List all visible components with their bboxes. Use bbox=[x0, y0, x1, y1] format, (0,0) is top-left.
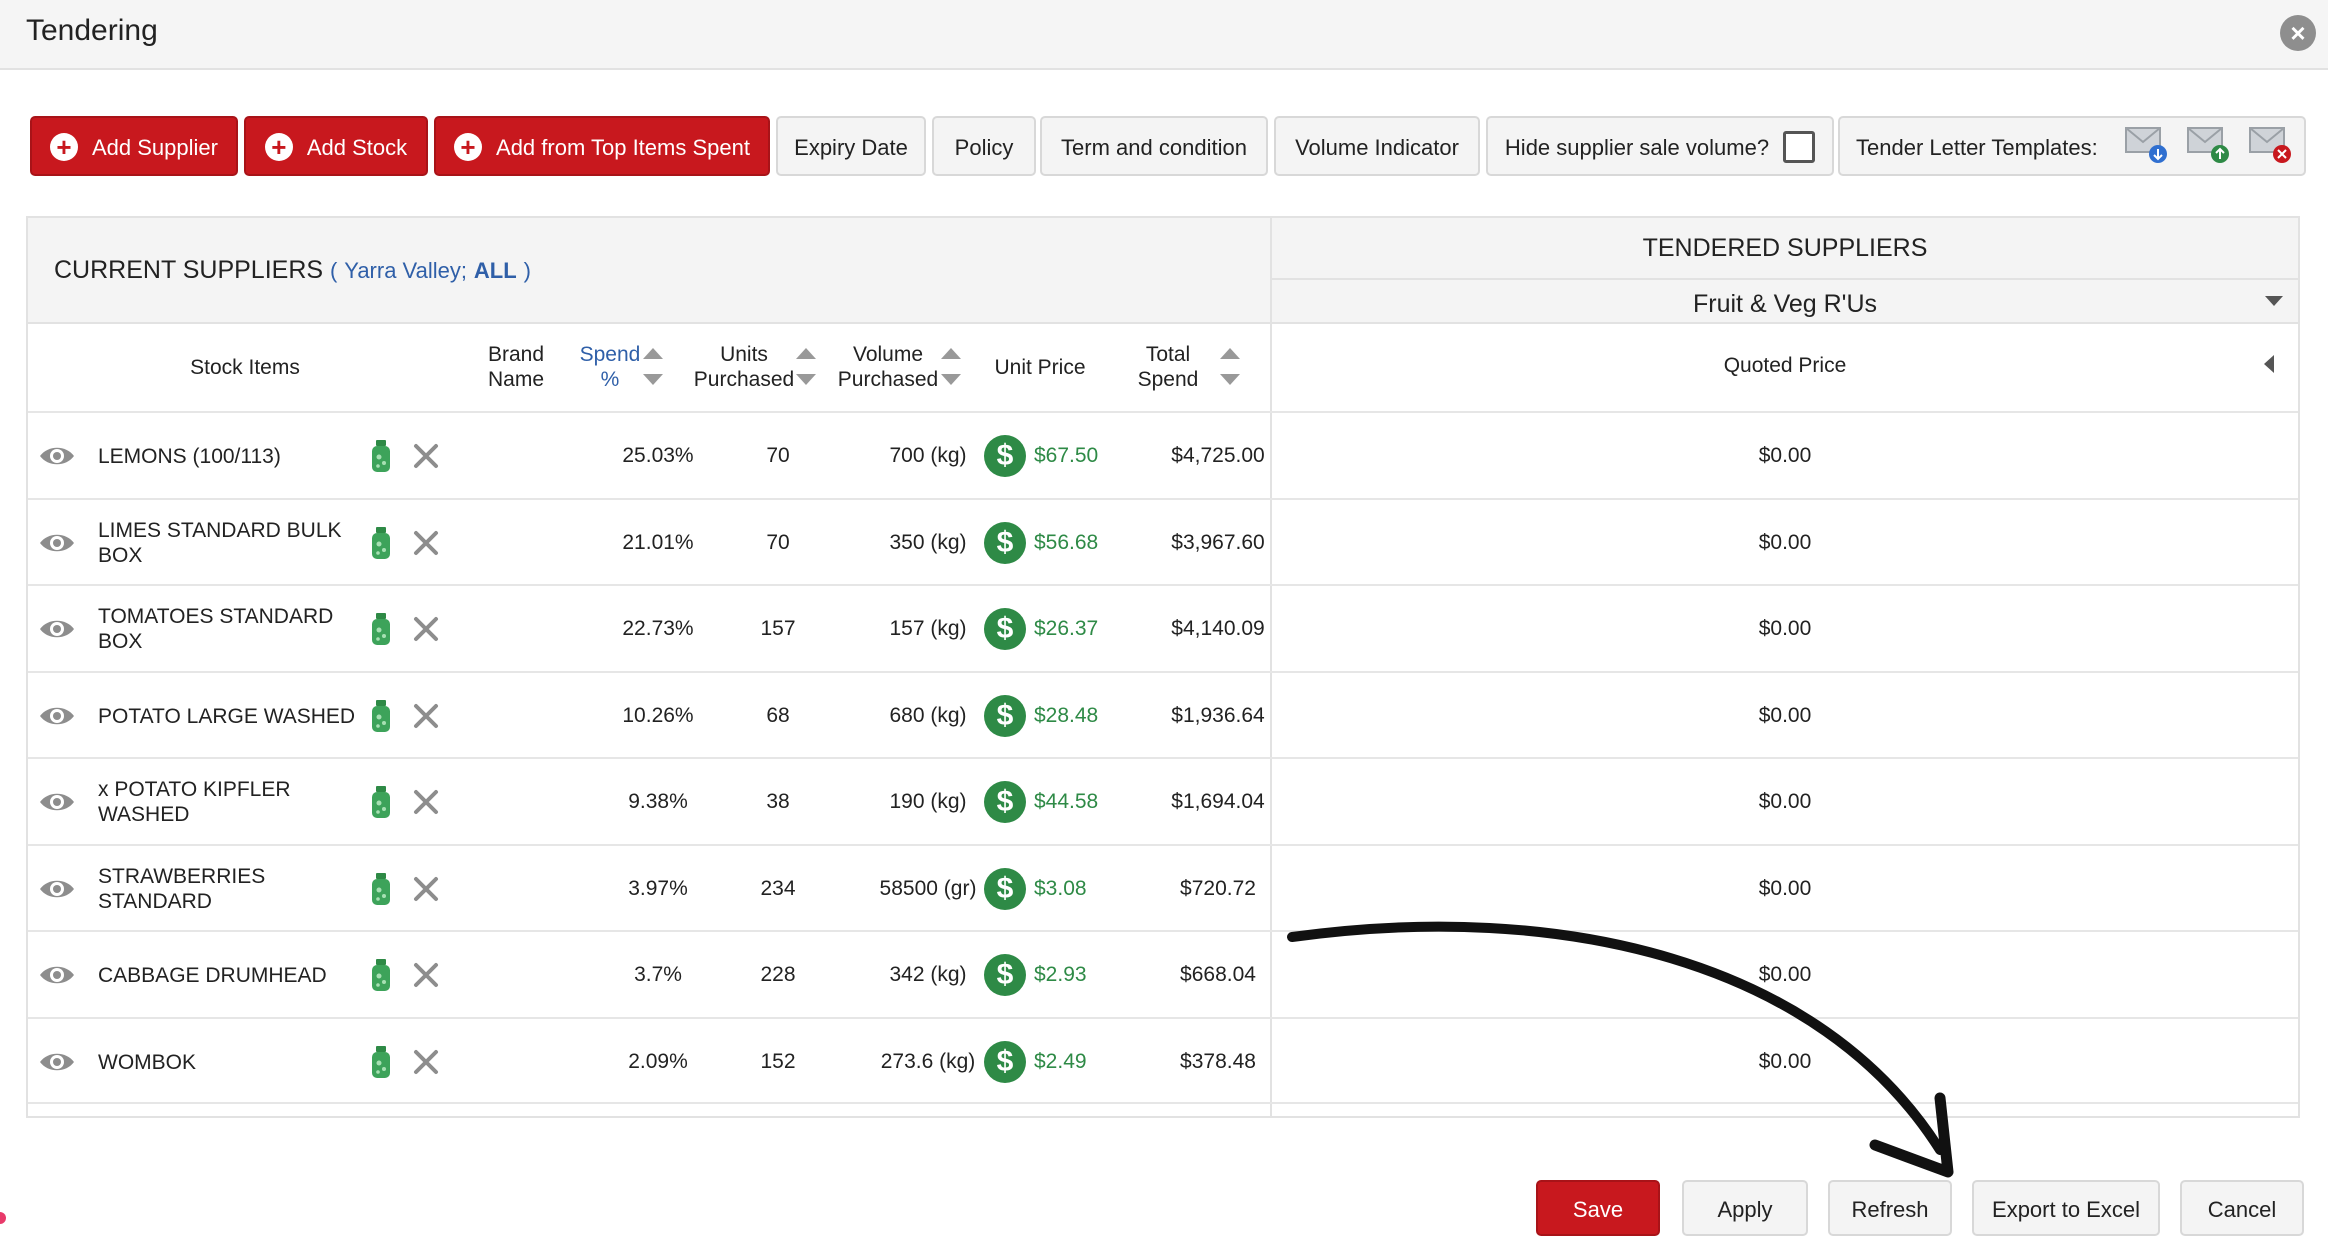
refresh-button[interactable]: Refresh bbox=[1828, 1180, 1952, 1236]
apply-button[interactable]: Apply bbox=[1682, 1180, 1808, 1236]
save-button[interactable]: Save bbox=[1536, 1180, 1660, 1236]
cancel-button[interactable]: Cancel bbox=[2180, 1180, 2304, 1236]
export-excel-button[interactable]: Export to Excel bbox=[1972, 1180, 2160, 1236]
annotation-arrow bbox=[1287, 921, 1954, 1178]
